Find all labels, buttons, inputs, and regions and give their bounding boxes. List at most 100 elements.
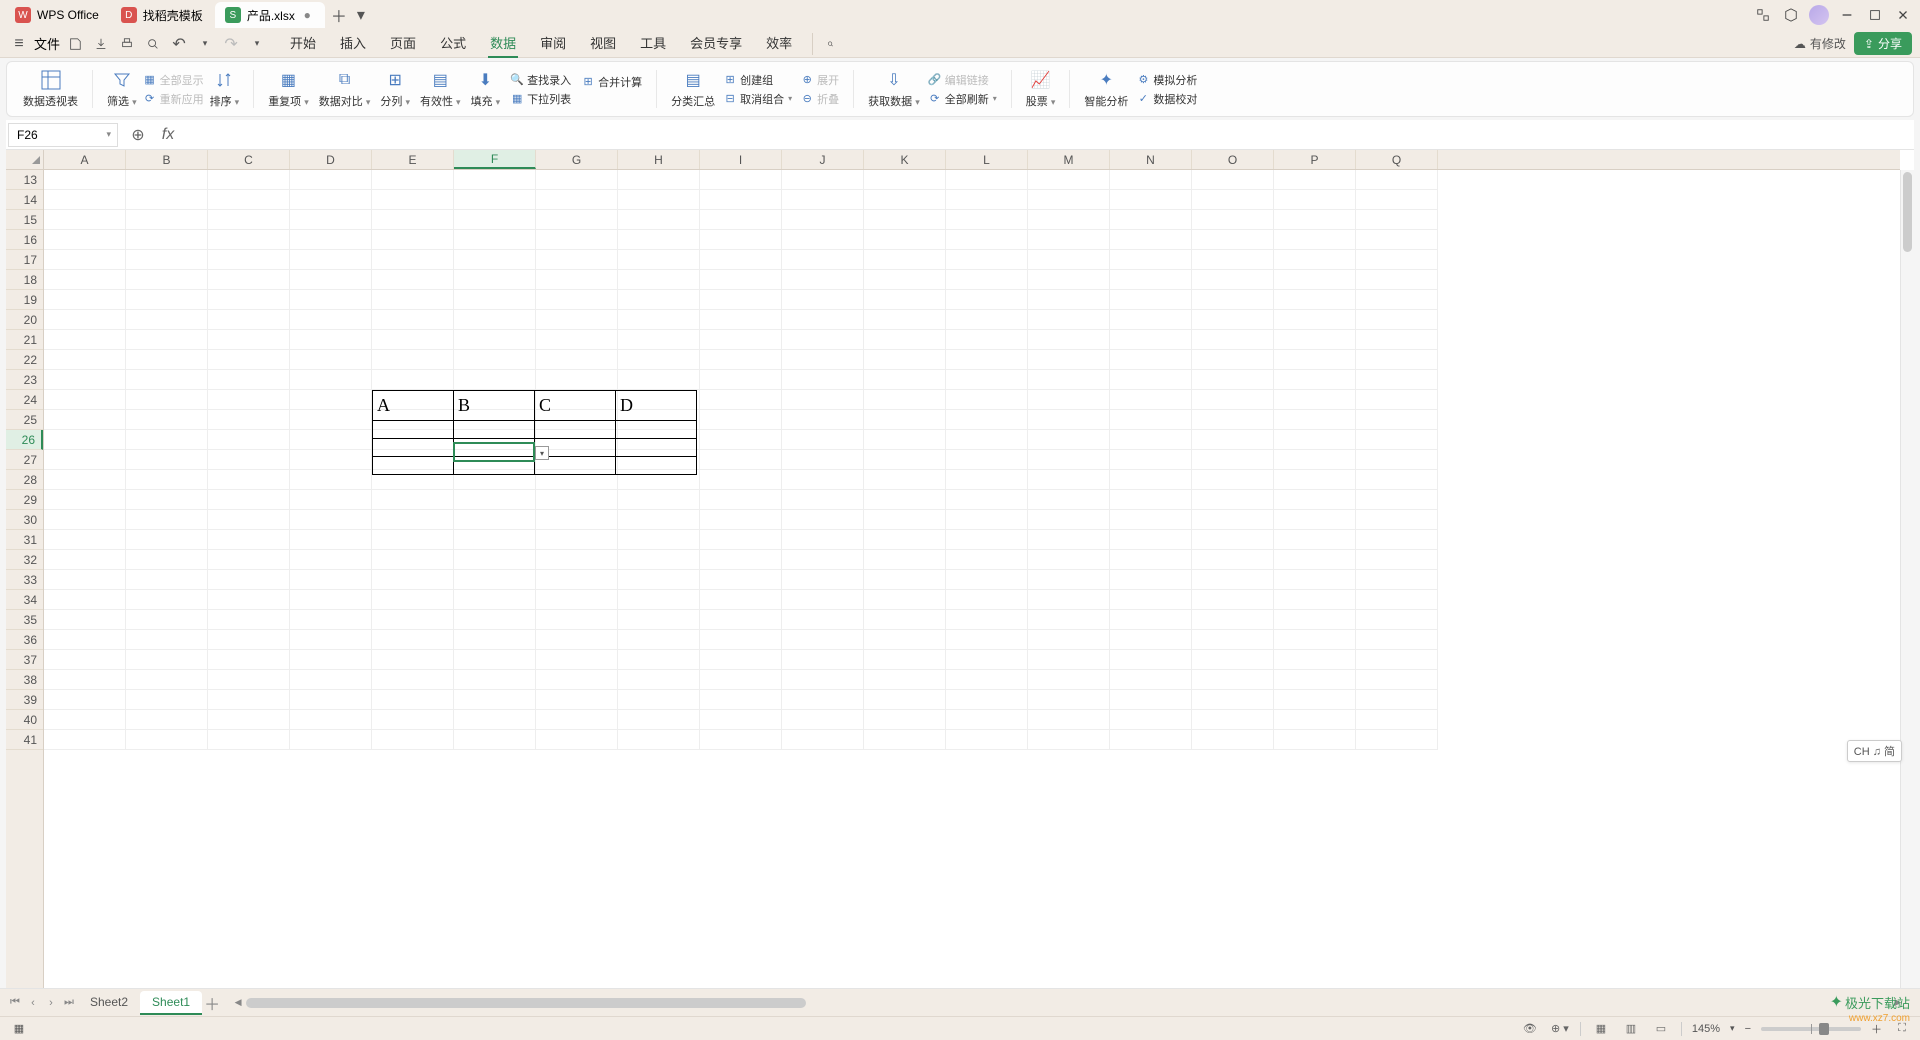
col-header-K[interactable]: K: [864, 150, 946, 169]
cell-L38[interactable]: [946, 670, 1028, 690]
cell-M18[interactable]: [1028, 270, 1110, 290]
cell-K39[interactable]: [864, 690, 946, 710]
col-header-F[interactable]: F: [454, 150, 536, 169]
cell-J17[interactable]: [782, 250, 864, 270]
cell-N29[interactable]: [1110, 490, 1192, 510]
cell-N18[interactable]: [1110, 270, 1192, 290]
cell-H41[interactable]: [618, 730, 700, 750]
cell-N30[interactable]: [1110, 510, 1192, 530]
cell-N31[interactable]: [1110, 530, 1192, 550]
cell-A21[interactable]: [44, 330, 126, 350]
zoom-formula-icon[interactable]: ⊕: [128, 125, 148, 145]
cell-H19[interactable]: [618, 290, 700, 310]
cell-Q37[interactable]: [1356, 650, 1438, 670]
cell-M21[interactable]: [1028, 330, 1110, 350]
cell-C29[interactable]: [208, 490, 290, 510]
cell-H39[interactable]: [618, 690, 700, 710]
cell-Q40[interactable]: [1356, 710, 1438, 730]
cell-Q34[interactable]: [1356, 590, 1438, 610]
cell-J29[interactable]: [782, 490, 864, 510]
cell-D41[interactable]: [290, 730, 372, 750]
cell-K21[interactable]: [864, 330, 946, 350]
cell-I23[interactable]: [700, 370, 782, 390]
cell-J13[interactable]: [782, 170, 864, 190]
cell-B40[interactable]: [126, 710, 208, 730]
cell-E39[interactable]: [372, 690, 454, 710]
cell-E32[interactable]: [372, 550, 454, 570]
cell-A35[interactable]: [44, 610, 126, 630]
cell-M20[interactable]: [1028, 310, 1110, 330]
undo-icon[interactable]: ↶: [168, 33, 190, 55]
cell-B41[interactable]: [126, 730, 208, 750]
cell-A20[interactable]: [44, 310, 126, 330]
search-icon[interactable]: [812, 33, 834, 55]
cell-H37[interactable]: [618, 650, 700, 670]
cell-A14[interactable]: [44, 190, 126, 210]
lookup-entry-button[interactable]: 🔍查找录入: [510, 72, 571, 88]
cell-J21[interactable]: [782, 330, 864, 350]
cell-C28[interactable]: [208, 470, 290, 490]
cell-C15[interactable]: [208, 210, 290, 230]
refresh-all-button[interactable]: ⟳全部刷新 ▾: [928, 91, 997, 107]
row-header-22[interactable]: 22: [6, 350, 43, 370]
cell-O27[interactable]: [1192, 450, 1274, 470]
cell-H35[interactable]: [618, 610, 700, 630]
vscroll-thumb[interactable]: [1903, 172, 1912, 252]
cell-K27[interactable]: [864, 450, 946, 470]
cell-D22[interactable]: [290, 350, 372, 370]
cell-K35[interactable]: [864, 610, 946, 630]
cell-H20[interactable]: [618, 310, 700, 330]
cell-A23[interactable]: [44, 370, 126, 390]
table-cell[interactable]: C: [535, 391, 616, 421]
cell-B29[interactable]: [126, 490, 208, 510]
cell-H21[interactable]: [618, 330, 700, 350]
row-header-37[interactable]: 37: [6, 650, 43, 670]
cell-N23[interactable]: [1110, 370, 1192, 390]
cell-K26[interactable]: [864, 430, 946, 450]
cell-N41[interactable]: [1110, 730, 1192, 750]
cell-O21[interactable]: [1192, 330, 1274, 350]
cell-G22[interactable]: [536, 350, 618, 370]
horizontal-scrollbar[interactable]: ◀ ▶: [232, 997, 1904, 1009]
cell-A16[interactable]: [44, 230, 126, 250]
cell-N33[interactable]: [1110, 570, 1192, 590]
cell-K36[interactable]: [864, 630, 946, 650]
sheet-tab-Sheet1[interactable]: Sheet1: [140, 991, 202, 1015]
cell-I20[interactable]: [700, 310, 782, 330]
cell-J25[interactable]: [782, 410, 864, 430]
cell-K24[interactable]: [864, 390, 946, 410]
smart-analysis-button[interactable]: ✦智能分析: [1084, 69, 1128, 109]
row-header-27[interactable]: 27: [6, 450, 43, 470]
cell-F18[interactable]: [454, 270, 536, 290]
cell-F41[interactable]: [454, 730, 536, 750]
cell-A27[interactable]: [44, 450, 126, 470]
cell-I26[interactable]: [700, 430, 782, 450]
cell-P27[interactable]: [1274, 450, 1356, 470]
cell-L20[interactable]: [946, 310, 1028, 330]
cell-L24[interactable]: [946, 390, 1028, 410]
row-header-28[interactable]: 28: [6, 470, 43, 490]
cell-D28[interactable]: [290, 470, 372, 490]
cell-L19[interactable]: [946, 290, 1028, 310]
cell-F33[interactable]: [454, 570, 536, 590]
cell-M36[interactable]: [1028, 630, 1110, 650]
cell-B33[interactable]: [126, 570, 208, 590]
cell-O17[interactable]: [1192, 250, 1274, 270]
workspace-icon[interactable]: [1750, 2, 1776, 28]
cell-C34[interactable]: [208, 590, 290, 610]
cell-D37[interactable]: [290, 650, 372, 670]
cell-J14[interactable]: [782, 190, 864, 210]
cell-D32[interactable]: [290, 550, 372, 570]
cell-E22[interactable]: [372, 350, 454, 370]
select-all-corner[interactable]: [6, 150, 44, 170]
row-header-34[interactable]: 34: [6, 590, 43, 610]
cell-G36[interactable]: [536, 630, 618, 650]
cell-P22[interactable]: [1274, 350, 1356, 370]
row-header-24[interactable]: 24: [6, 390, 43, 410]
cell-N40[interactable]: [1110, 710, 1192, 730]
cell-B32[interactable]: [126, 550, 208, 570]
cell-Q27[interactable]: [1356, 450, 1438, 470]
cell-J30[interactable]: [782, 510, 864, 530]
cell-D34[interactable]: [290, 590, 372, 610]
col-header-E[interactable]: E: [372, 150, 454, 169]
